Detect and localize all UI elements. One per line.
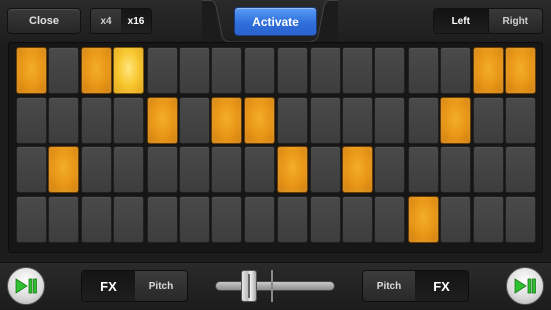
pad-r4-c12[interactable] <box>374 195 406 243</box>
pad-r2-c11[interactable] <box>342 96 373 144</box>
pad-r3-c2[interactable] <box>48 146 80 193</box>
pad-r1-c10[interactable] <box>309 47 341 94</box>
pad-r1-c12[interactable] <box>374 47 406 94</box>
right-play-pause-button[interactable] <box>506 267 544 305</box>
pad-r3-c10[interactable] <box>309 146 341 193</box>
right-fx-button[interactable]: FX <box>415 271 468 301</box>
pad-r2-c5[interactable] <box>146 96 178 144</box>
pad-r2-c6[interactable] <box>179 96 210 144</box>
pad-r1-c8[interactable] <box>243 47 275 94</box>
pad-r4-c2[interactable] <box>48 195 80 243</box>
play-pause-icon <box>514 278 536 294</box>
crossfader-handle[interactable] <box>241 270 257 302</box>
pad-r4-c7[interactable] <box>211 195 243 243</box>
left-fx-pitch-toggle: FX Pitch <box>81 270 188 302</box>
pad-r4-c15[interactable] <box>472 195 504 243</box>
pad-r2-c15[interactable] <box>472 96 504 144</box>
pad-r2-c12[interactable] <box>374 96 406 144</box>
crossfader-track[interactable] <box>215 281 335 291</box>
deck-side-toggle: Left Right <box>433 8 543 34</box>
pad-r1-c15[interactable] <box>472 47 504 94</box>
pad-r4-c11[interactable] <box>342 195 373 243</box>
crossfader[interactable] <box>215 270 335 302</box>
pad-grid <box>16 47 536 245</box>
pad-r3-c7[interactable] <box>211 146 243 193</box>
pad-r3-c5[interactable] <box>146 146 178 193</box>
left-fx-button[interactable]: FX <box>82 271 135 301</box>
pad-r3-c8[interactable] <box>243 146 275 193</box>
pad-r2-c2[interactable] <box>48 96 80 144</box>
pad-r2-c8[interactable] <box>243 96 275 144</box>
pad-r1-c3[interactable] <box>80 47 112 94</box>
pad-r1-c14[interactable] <box>440 47 472 94</box>
pad-r4-c1[interactable] <box>16 195 47 243</box>
pad-r3-c9[interactable] <box>277 146 309 193</box>
pad-r2-c10[interactable] <box>309 96 341 144</box>
left-play-pause-button[interactable] <box>7 267 45 305</box>
pad-r4-c14[interactable] <box>440 195 472 243</box>
pad-r4-c4[interactable] <box>113 195 145 243</box>
pad-r3-c15[interactable] <box>472 146 504 193</box>
side-right-button[interactable]: Right <box>487 9 542 33</box>
pad-r3-c3[interactable] <box>80 146 112 193</box>
pad-r3-c6[interactable] <box>179 146 210 193</box>
pad-r4-c9[interactable] <box>277 195 309 243</box>
pad-r1-c13[interactable] <box>407 47 439 94</box>
pad-r1-c7[interactable] <box>211 47 243 94</box>
side-left-button[interactable]: Left <box>434 9 488 33</box>
pad-r2-c16[interactable] <box>505 96 536 144</box>
pad-r4-c10[interactable] <box>309 195 341 243</box>
close-button[interactable]: Close <box>7 8 81 34</box>
pad-r2-c13[interactable] <box>407 96 439 144</box>
pad-r2-c9[interactable] <box>277 96 309 144</box>
pad-r1-c9[interactable] <box>277 47 309 94</box>
multiplier-x4-button[interactable]: x4 <box>91 9 121 33</box>
crossfader-center-mark <box>271 270 273 302</box>
pad-r2-c14[interactable] <box>440 96 472 144</box>
pad-r3-c4[interactable] <box>113 146 145 193</box>
pad-r2-c3[interactable] <box>80 96 112 144</box>
pad-r4-c8[interactable] <box>243 195 275 243</box>
left-pitch-button[interactable]: Pitch <box>134 271 187 301</box>
pad-r1-c2[interactable] <box>48 47 80 94</box>
pad-r4-c5[interactable] <box>146 195 178 243</box>
pad-r4-c13[interactable] <box>407 195 439 243</box>
pad-r4-c6[interactable] <box>179 195 210 243</box>
pad-r3-c14[interactable] <box>440 146 472 193</box>
right-fx-pitch-toggle: Pitch FX <box>362 270 469 302</box>
pad-r3-c13[interactable] <box>407 146 439 193</box>
pad-r3-c1[interactable] <box>16 146 47 193</box>
activate-button[interactable]: Activate <box>234 7 317 36</box>
pad-r1-c11[interactable] <box>342 47 373 94</box>
pad-r4-c3[interactable] <box>80 195 112 243</box>
pad-r2-c4[interactable] <box>113 96 145 144</box>
pad-r3-c11[interactable] <box>342 146 373 193</box>
multiplier-x16-button[interactable]: x16 <box>121 9 151 33</box>
step-multiplier-toggle: x4 x16 <box>90 8 152 34</box>
pad-r2-c1[interactable] <box>16 96 47 144</box>
pad-r3-c16[interactable] <box>505 146 536 193</box>
pad-r4-c16[interactable] <box>505 195 536 243</box>
right-pitch-button[interactable]: Pitch <box>363 271 416 301</box>
play-pause-icon <box>15 278 37 294</box>
pad-r1-c4[interactable] <box>113 47 145 94</box>
pad-r1-c16[interactable] <box>505 47 536 94</box>
pad-r2-c7[interactable] <box>211 96 243 144</box>
pad-r3-c12[interactable] <box>374 146 406 193</box>
pad-r1-c1[interactable] <box>16 47 47 94</box>
pad-r1-c5[interactable] <box>146 47 178 94</box>
pad-r1-c6[interactable] <box>179 47 210 94</box>
